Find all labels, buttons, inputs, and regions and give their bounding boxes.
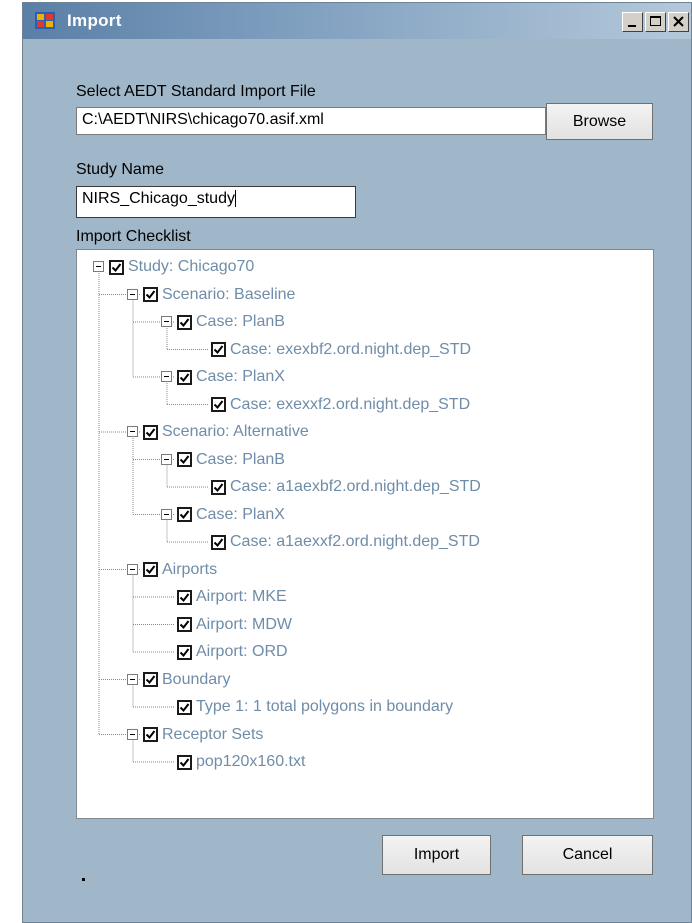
collapse-minus-icon[interactable] xyxy=(127,288,138,300)
tree-node-label: Case: PlanX xyxy=(196,505,285,523)
minimize-icon xyxy=(628,25,636,27)
tree-node[interactable]: Study: Chicago70 xyxy=(109,256,254,278)
study-name-value: NIRS_Chicago_study xyxy=(82,190,235,207)
tree-node[interactable]: Case: PlanX xyxy=(177,366,285,388)
tree-node-label: Airport: MKE xyxy=(196,588,287,605)
collapse-minus-icon[interactable] xyxy=(127,563,138,575)
checkbox-checked-icon[interactable] xyxy=(143,727,158,742)
tree-node-label: Airport: MDW xyxy=(196,615,292,633)
tree-node-label: Type 1: 1 total polygons in boundary xyxy=(196,698,454,715)
checkbox-checked-icon[interactable] xyxy=(211,397,226,412)
tree-node-label: Case: PlanX xyxy=(196,368,285,385)
study-name-label: Study Name xyxy=(76,161,165,178)
tree-node[interactable]: Case: exexxf2.ord.night.dep_STD xyxy=(211,394,470,416)
tree-node-label: pop120x160.txt xyxy=(196,753,306,770)
checkbox-checked-icon[interactable] xyxy=(177,314,192,330)
cancel-button[interactable]: Cancel xyxy=(522,835,653,875)
collapse-minus-icon[interactable] xyxy=(161,453,172,465)
tree-node-label: Case: a1aexxf2.ord.night.dep_STD xyxy=(230,533,480,550)
tree-node-label: Airports xyxy=(162,560,218,578)
collapse-minus-icon[interactable] xyxy=(93,261,104,272)
import-dialog: Import Select AEDT Standard Import File … xyxy=(22,2,692,923)
tree-node[interactable]: Case: PlanX xyxy=(177,504,285,526)
tree-node-label: Scenario: Baseline xyxy=(162,285,296,303)
collapse-minus-icon[interactable] xyxy=(127,673,138,685)
browse-button[interactable]: Browse xyxy=(546,103,653,140)
tree-node[interactable]: Case: a1aexxf2.ord.night.dep_STD xyxy=(211,531,480,553)
import-button[interactable]: Import xyxy=(382,835,491,875)
title-bar[interactable]: Import xyxy=(23,3,691,39)
tree-node[interactable]: Receptor Sets xyxy=(143,724,263,746)
tree-node-label: Case: a1aexbf2.ord.night.dep_STD xyxy=(230,478,481,495)
import-checklist-label: Import Checklist xyxy=(76,228,191,245)
tree-node[interactable]: Scenario: Alternative xyxy=(143,421,309,443)
tree-node[interactable]: Case: exexbf2.ord.night.dep_STD xyxy=(211,339,471,361)
minimize-button[interactable] xyxy=(622,12,643,32)
checkbox-checked-icon[interactable] xyxy=(143,562,158,577)
tree-node[interactable]: Type 1: 1 total polygons in boundary xyxy=(177,696,453,718)
tree-node[interactable]: Case: a1aexbf2.ord.night.dep_STD xyxy=(211,476,481,498)
checkbox-checked-icon[interactable] xyxy=(177,452,192,467)
close-button[interactable] xyxy=(668,12,689,32)
maximize-icon xyxy=(650,16,661,26)
tree-node[interactable]: Airports xyxy=(143,559,217,581)
close-icon xyxy=(673,16,684,27)
checkbox-checked-icon[interactable] xyxy=(177,617,192,632)
study-name-input[interactable]: NIRS_Chicago_study xyxy=(76,186,356,218)
checkbox-checked-icon[interactable] xyxy=(177,754,192,770)
tree-node-label: Case: PlanB xyxy=(196,450,285,468)
collapse-minus-icon[interactable] xyxy=(127,426,138,437)
import-file-path-input[interactable]: C:\AEDT\NIRS\chicago70.asif.xml xyxy=(76,107,546,135)
tree-node[interactable]: Case: PlanB xyxy=(177,311,285,333)
tree-node-label: Boundary xyxy=(162,670,231,688)
tree-node[interactable]: Airport: MDW xyxy=(177,614,292,636)
window-title: Import xyxy=(67,11,122,30)
checkbox-checked-icon[interactable] xyxy=(143,287,158,302)
tree-node-label: Receptor Sets xyxy=(162,725,264,743)
tree-node-label: Case: exexbf2.ord.night.dep_STD xyxy=(230,340,472,358)
checkbox-checked-icon[interactable] xyxy=(211,479,226,495)
tree-node-label: Study: Chicago70 xyxy=(128,258,255,275)
tree-node[interactable]: Airport: ORD xyxy=(177,641,288,663)
checkbox-checked-icon[interactable] xyxy=(211,534,226,550)
checkbox-checked-icon[interactable] xyxy=(177,507,192,522)
maximize-button[interactable] xyxy=(645,12,666,32)
collapse-minus-icon[interactable] xyxy=(161,371,172,382)
checkbox-checked-icon[interactable] xyxy=(177,589,192,605)
checkbox-checked-icon[interactable] xyxy=(177,644,192,660)
status-indicator xyxy=(82,878,85,881)
checkbox-checked-icon[interactable] xyxy=(177,369,192,385)
collapse-minus-icon[interactable] xyxy=(161,316,172,327)
import-file-label: Select AEDT Standard Import File xyxy=(76,83,316,100)
tree-node-label: Airport: ORD xyxy=(196,643,288,660)
import-checklist-tree[interactable]: Study: Chicago70 Scenario: Baseline Case: … xyxy=(76,249,654,819)
tree-node[interactable]: Case: PlanB xyxy=(177,449,285,471)
tree-node[interactable]: Airport: MKE xyxy=(177,586,287,608)
tree-node[interactable]: Scenario: Baseline xyxy=(143,284,295,306)
tree-node-label: Case: PlanB xyxy=(196,313,285,330)
import-app-icon xyxy=(35,12,55,29)
checkbox-checked-icon[interactable] xyxy=(211,342,226,357)
tree-node-label: Scenario: Alternative xyxy=(162,423,309,440)
checkbox-checked-icon[interactable] xyxy=(109,259,124,275)
collapse-minus-icon[interactable] xyxy=(127,728,138,740)
tree-node-label: Case: exexxf2.ord.night.dep_STD xyxy=(230,395,471,413)
checkbox-checked-icon[interactable] xyxy=(143,672,158,687)
tree-node[interactable]: Boundary xyxy=(143,669,231,691)
tree-node[interactable]: pop120x160.txt xyxy=(177,751,305,773)
checkbox-checked-icon[interactable] xyxy=(143,424,158,440)
collapse-minus-icon[interactable] xyxy=(161,508,172,520)
checkbox-checked-icon[interactable] xyxy=(177,699,192,715)
